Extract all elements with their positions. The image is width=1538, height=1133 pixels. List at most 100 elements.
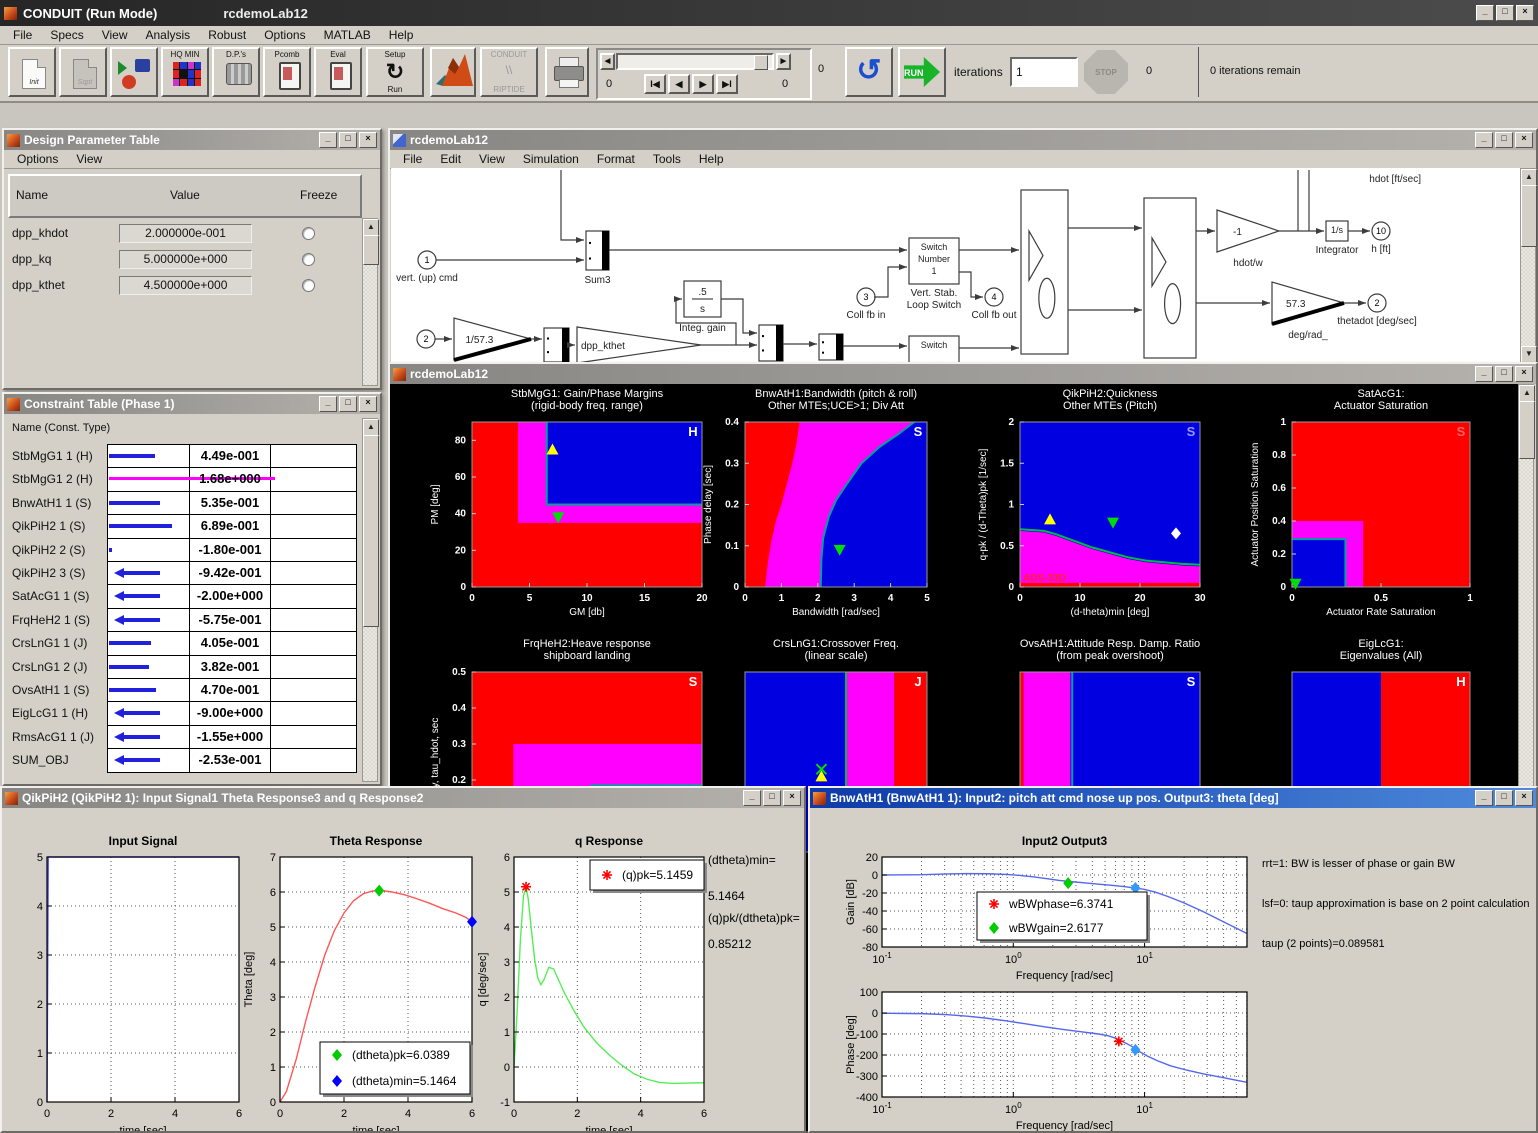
maximize-icon[interactable]: □: [339, 396, 357, 412]
matlab-button[interactable]: [430, 47, 476, 97]
sim-tf[interactable]: .5sInteg. gain: [679, 281, 726, 334]
sim-port[interactable]: 3Coll fb in: [847, 288, 886, 321]
sim-line[interactable]: [1344, 300, 1366, 306]
sim-line[interactable]: [959, 272, 983, 300]
sim-line[interactable]: [874, 264, 907, 297]
sim-scrollbar[interactable]: ▲ ▼: [1520, 168, 1536, 364]
sqpt-button[interactable]: Sqpt: [59, 47, 107, 97]
main-menu-robust[interactable]: Robust: [199, 28, 255, 42]
ct-extra-cell[interactable]: [270, 748, 357, 772]
ct-extra-cell[interactable]: [270, 538, 357, 562]
minimize-icon[interactable]: _: [1475, 790, 1493, 806]
sim-gain[interactable]: -1hdot/w: [1217, 210, 1279, 269]
sim-line[interactable]: [843, 343, 907, 349]
close-icon[interactable]: ×: [359, 132, 377, 148]
dpt-freeze-radio[interactable]: [302, 253, 315, 266]
main-menu-file[interactable]: File: [4, 28, 41, 42]
conduit-riptide-button[interactable]: CONDUITRIPTIDE\\: [480, 47, 538, 97]
sim-line[interactable]: [436, 257, 584, 263]
main-menu-matlab[interactable]: MATLAB: [315, 28, 380, 42]
ct-extra-cell[interactable]: [270, 608, 357, 632]
ct-extra-cell[interactable]: [270, 467, 357, 491]
main-menu-analysis[interactable]: Analysis: [137, 28, 200, 42]
ct-extra-cell[interactable]: [270, 631, 357, 655]
sim-line[interactable]: [783, 341, 817, 347]
undo-button[interactable]: ↺: [845, 47, 893, 97]
minimize-icon[interactable]: _: [319, 132, 337, 148]
sim-gain[interactable]: 57.3deg/rad_: [1272, 282, 1344, 341]
legend[interactable]: (q)pk=5.1459: [590, 860, 707, 893]
legend[interactable]: wBWphase=6.3741wBWgain=2.6177: [977, 892, 1150, 943]
pcomb-button[interactable]: Pcomb: [263, 47, 311, 97]
slider-left-arrow[interactable]: ◄: [600, 53, 615, 70]
sim-menu-simulation[interactable]: Simulation: [514, 152, 588, 166]
maximize-icon[interactable]: □: [1495, 366, 1513, 382]
init-button[interactable]: Init: [8, 47, 56, 97]
slider-right-arrow[interactable]: ►: [776, 53, 791, 70]
close-icon[interactable]: ×: [783, 790, 801, 806]
sim-menu-tools[interactable]: Tools: [644, 152, 690, 166]
hq-min-button[interactable]: HQ MIN: [161, 47, 209, 97]
sim-menu-file[interactable]: File: [394, 152, 431, 166]
ct-extra-cell[interactable]: [270, 561, 357, 585]
iterations-input[interactable]: 1: [1010, 57, 1078, 87]
simulink-canvas[interactable]: 1vert. (up) cmdSum3SwitchNumber1Vert. St…: [391, 168, 1520, 364]
sim-line[interactable]: [567, 342, 575, 348]
sim-line[interactable]: [1196, 228, 1215, 234]
sim-sum[interactable]: Sum3: [584, 231, 611, 286]
dps-button[interactable]: D.P.'s: [212, 47, 260, 97]
close-icon[interactable]: ×: [1516, 5, 1534, 21]
sim-menu-format[interactable]: Format: [588, 152, 644, 166]
sim-sum[interactable]: [544, 328, 569, 362]
sim-menu-view[interactable]: View: [470, 152, 514, 166]
dpt-freeze-radio[interactable]: [302, 227, 315, 240]
ct-extra-cell[interactable]: [270, 655, 357, 679]
sim-menu-help[interactable]: Help: [690, 152, 733, 166]
sim-line[interactable]: [1279, 228, 1324, 234]
sim-title-bar[interactable]: rcdemoLab12 _ □ ×: [390, 130, 1536, 150]
ct-extra-cell[interactable]: [270, 701, 357, 725]
transport-1[interactable]: ◀: [668, 74, 690, 94]
sim-port[interactable]: 2: [417, 330, 435, 348]
ct-scrollbar[interactable]: ▲: [362, 418, 378, 782]
fig-title-bar[interactable]: rcdemoLab12 _ □ ×: [390, 364, 1536, 384]
plot-button[interactable]: [110, 47, 158, 97]
slider-thumb[interactable]: [754, 55, 768, 70]
sim-port[interactable]: 4Coll fb out: [971, 288, 1016, 321]
dpt-freeze-radio[interactable]: [302, 279, 315, 292]
maximize-icon[interactable]: □: [1495, 132, 1513, 148]
close-icon[interactable]: ×: [359, 396, 377, 412]
sim-line[interactable]: [959, 247, 1019, 253]
minimize-icon[interactable]: _: [1476, 5, 1494, 21]
main-menu-specs[interactable]: Specs: [41, 28, 92, 42]
sim-port[interactable]: 2thetadot [deg/sec]: [1337, 294, 1417, 327]
sim-block[interactable]: 1/sIntegrator: [1316, 221, 1359, 256]
main-menu-view[interactable]: View: [93, 28, 137, 42]
dpt-value-field[interactable]: 2.000000e-001: [119, 224, 252, 243]
dpt-menu-view[interactable]: View: [67, 152, 111, 166]
ct-extra-cell[interactable]: [270, 491, 357, 515]
maximize-icon[interactable]: □: [763, 790, 781, 806]
ct-extra-cell[interactable]: [270, 678, 357, 702]
sim-line[interactable]: [609, 247, 907, 253]
close-icon[interactable]: ×: [1515, 366, 1533, 382]
setup-run-button[interactable]: SetupRun↻: [366, 47, 424, 97]
sim-sum[interactable]: [819, 334, 843, 360]
dpt-title-bar[interactable]: Design Parameter Table _ □ ×: [4, 130, 380, 150]
maximize-icon[interactable]: □: [1495, 790, 1513, 806]
minimize-icon[interactable]: _: [1475, 132, 1493, 148]
eval-button[interactable]: Eval: [314, 47, 362, 97]
sim-line[interactable]: [435, 336, 452, 342]
maximize-icon[interactable]: □: [1496, 5, 1514, 21]
bnw-title-bar[interactable]: BnwAtH1 (BnwAtH1 1): Input2: pitch att c…: [810, 788, 1536, 808]
sim-port[interactable]: 1vert. (up) cmd: [396, 251, 458, 284]
sim-mux[interactable]: [1144, 198, 1196, 358]
dpt-value-field[interactable]: 4.500000e+000: [119, 276, 252, 295]
qik-title-bar[interactable]: QikPiH2 (QikPiH2 1): Input Signal1 Theta…: [2, 788, 804, 808]
ct-extra-cell[interactable]: [270, 514, 357, 538]
transport-0[interactable]: I◀: [644, 74, 666, 94]
sim-line[interactable]: [721, 299, 757, 336]
sim-line[interactable]: [531, 336, 542, 342]
sim-line[interactable]: [736, 342, 757, 348]
minimize-icon[interactable]: _: [319, 396, 337, 412]
